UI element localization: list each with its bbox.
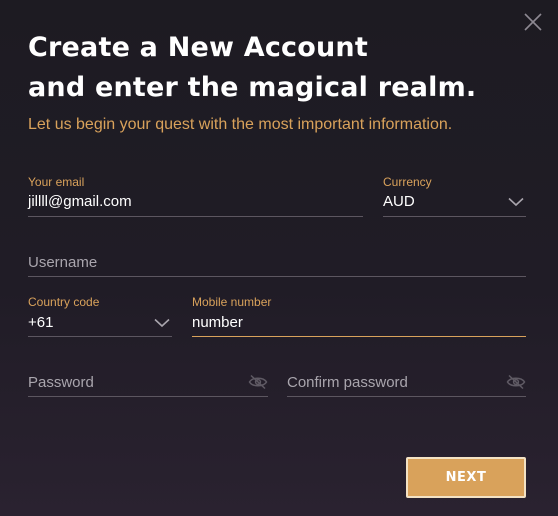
close-icon [524,13,542,31]
mobile-number-label: Mobile number [192,295,272,309]
email-input[interactable]: jillll@gmail.com [28,193,132,210]
country-code-label: Country code [28,295,100,309]
eye-off-icon[interactable] [248,374,268,390]
mobile-number-input[interactable]: number [192,314,243,331]
next-button[interactable]: NEXT [406,457,526,498]
chevron-down-icon[interactable] [508,197,524,207]
confirm-password-placeholder: Confirm password [287,374,408,391]
currency-select[interactable]: Currency AUD [383,175,526,217]
eye-off-icon[interactable] [506,374,526,390]
password-placeholder: Password [28,374,94,391]
title-line-1: Create a New Account [28,32,368,63]
country-code-value: +61 [28,314,54,331]
close-button[interactable] [518,7,548,37]
chevron-down-icon[interactable] [154,318,170,328]
page-subtitle: Let us begin your quest with the most im… [28,116,453,133]
username-placeholder: Username [28,254,98,271]
email-label: Your email [28,175,85,189]
password-field[interactable]: Password [28,371,268,397]
create-account-modal: Create a New Account and enter the magic… [0,0,558,516]
confirm-password-field[interactable]: Confirm password [287,371,526,397]
page-title: Create a New Account and enter the magic… [28,28,476,108]
title-line-2: and enter the magical realm. [28,72,477,103]
currency-value: AUD [383,193,415,210]
username-field[interactable]: Username [28,251,526,277]
country-code-select[interactable]: Country code +61 [28,295,172,337]
mobile-number-field[interactable]: Mobile number number [192,295,526,337]
currency-label: Currency [383,175,432,189]
email-field[interactable]: Your email jillll@gmail.com [28,175,363,217]
